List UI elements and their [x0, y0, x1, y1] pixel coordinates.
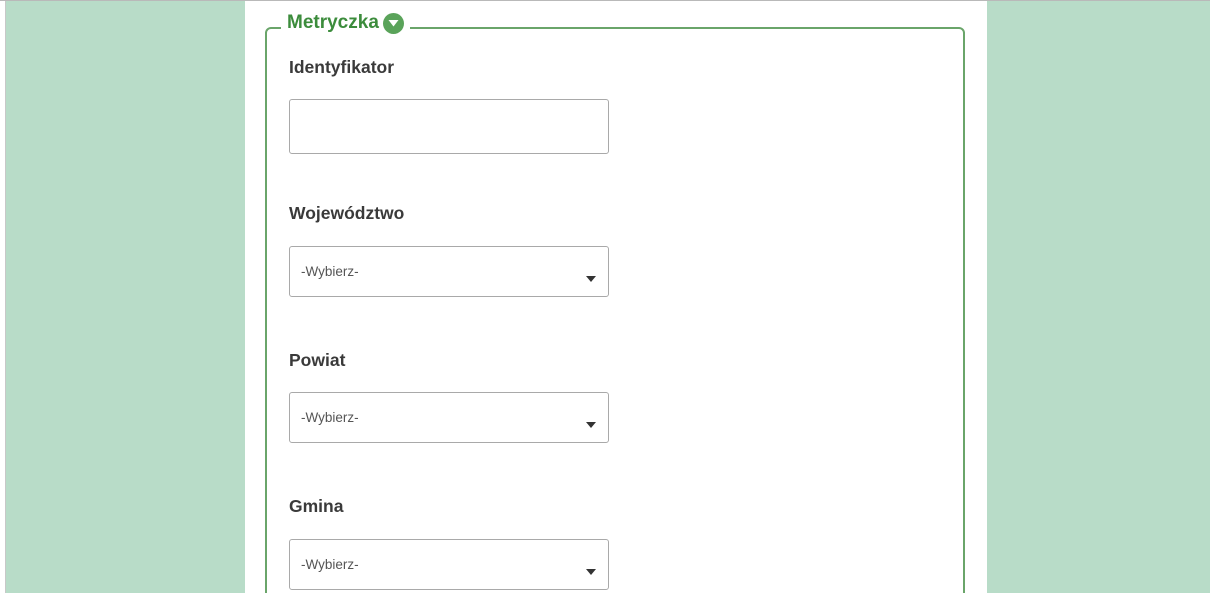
- caret-down-icon: [586, 269, 596, 287]
- form-page: Metryczka Identyfikator Województwo -Wyb…: [245, 1, 987, 593]
- powiat-selected-value: -Wybierz-: [301, 410, 359, 425]
- identyfikator-input[interactable]: [289, 99, 609, 154]
- gmina-label: Gmina: [289, 496, 344, 516]
- identyfikator-label: Identyfikator: [289, 57, 395, 77]
- powiat-select[interactable]: -Wybierz-: [289, 392, 609, 443]
- gmina-select[interactable]: -Wybierz-: [289, 539, 609, 590]
- section-title: Metryczka: [287, 12, 379, 33]
- wojewodztwo-selected-value: -Wybierz-: [301, 264, 359, 279]
- fieldset-legend: Metryczka: [281, 9, 410, 37]
- window-edge: [0, 1, 6, 593]
- powiat-label: Powiat: [289, 350, 346, 370]
- wojewodztwo-label: Województwo: [289, 203, 405, 223]
- caret-down-icon: [586, 415, 596, 433]
- caret-down-icon: [586, 562, 596, 580]
- chevron-down-circle-icon[interactable]: [382, 12, 404, 34]
- viewport: Metryczka Identyfikator Województwo -Wyb…: [0, 0, 1210, 593]
- gmina-selected-value: -Wybierz-: [301, 557, 359, 572]
- wojewodztwo-select[interactable]: -Wybierz-: [289, 246, 609, 297]
